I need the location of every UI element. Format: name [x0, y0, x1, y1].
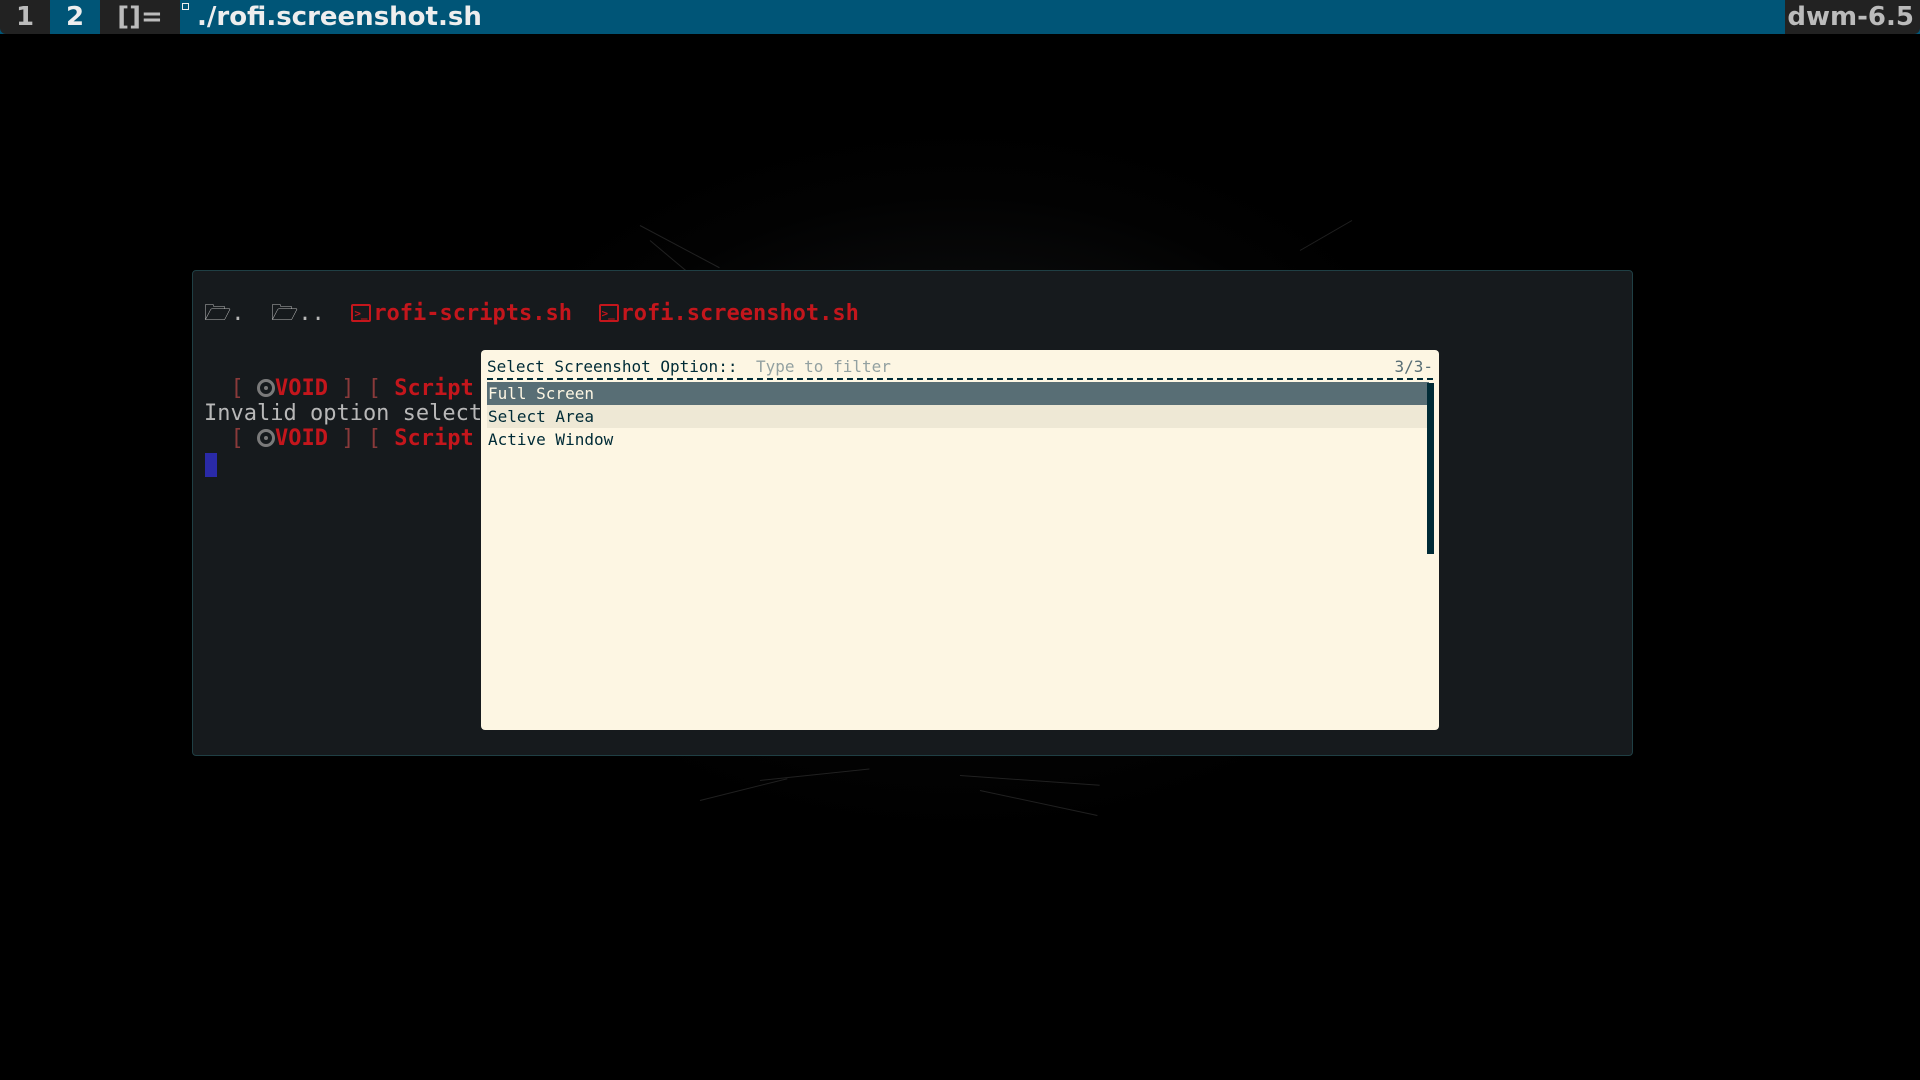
script-file-icon — [598, 301, 619, 327]
error-output: Invalid option selecte — [204, 401, 496, 426]
rofi-filter-input[interactable]: Type to filter — [756, 356, 891, 378]
rofi-item-full-screen[interactable]: Full Screen — [487, 382, 1429, 405]
prompt-bracket: [ — [230, 426, 244, 451]
prompt-segment: Script — [394, 426, 474, 451]
dir-entry: .. — [298, 301, 325, 326]
status-bar: 1 2 []= ./rofi.screenshot.sh dwm-6.5 — [0, 0, 1920, 34]
rofi-inputbar[interactable]: Select Screenshot Option:: Type to filte… — [487, 356, 1433, 378]
floating-indicator-icon — [182, 3, 189, 10]
shell-prompt: [ VOID ] [ Script — [204, 376, 474, 402]
wallpaper-detail — [759, 768, 870, 781]
wallpaper-detail — [639, 225, 720, 269]
rofi-item-active-window[interactable]: Active Window — [487, 428, 1429, 451]
prompt-segment: Script — [394, 376, 474, 401]
tag-1[interactable]: 1 — [0, 0, 50, 34]
script-file-icon — [351, 301, 372, 327]
shell-prompt: [ VOID ] [ Script — [204, 426, 474, 452]
prompt-bracket: [ — [367, 426, 381, 451]
script-entry: rofi.screenshot.sh — [620, 301, 859, 326]
rofi-scrollbar[interactable] — [1427, 383, 1434, 554]
folder-open-icon: 🗁 — [271, 301, 299, 326]
rofi-list[interactable]: Full Screen Select Area Active Window — [487, 382, 1429, 451]
status-text: dwm-6.5 — [1785, 0, 1920, 34]
wallpaper-detail — [699, 778, 788, 801]
prompt-bracket: [ — [367, 376, 381, 401]
prompt-bracket: ] — [341, 376, 355, 401]
rofi-prompt: Select Screenshot Option:: — [487, 357, 738, 376]
prompt-bracket: ] — [341, 426, 355, 451]
terminal-cursor — [205, 453, 217, 477]
directory-listing: 🗁. 🗁.. rofi-scripts.sh rofi.screenshot.s… — [204, 301, 859, 327]
wallpaper-detail — [979, 790, 1098, 816]
prompt-distro: VOID — [275, 376, 328, 401]
void-logo-icon — [257, 429, 275, 447]
wallpaper-detail — [1299, 220, 1353, 251]
script-entry: rofi-scripts.sh — [373, 301, 572, 326]
rofi-separator — [487, 378, 1433, 380]
void-logo-icon — [257, 379, 275, 397]
folder-open-icon: 🗁 — [204, 301, 232, 326]
layout-indicator[interactable]: []= — [100, 0, 180, 34]
prompt-bracket: [ — [230, 376, 244, 401]
desktop: 1 2 []= ./rofi.screenshot.sh dwm-6.5 🗁. … — [0, 0, 1920, 1080]
prompt-distro: VOID — [275, 426, 328, 451]
tag-2[interactable]: 2 — [50, 0, 100, 34]
rofi-item-select-area[interactable]: Select Area — [487, 405, 1429, 428]
window-title: ./rofi.screenshot.sh — [181, 0, 1786, 34]
wallpaper-detail — [959, 775, 1100, 786]
rofi-match-count: 3/3- — [1394, 357, 1433, 376]
rofi-menu[interactable]: Select Screenshot Option:: Type to filte… — [481, 350, 1439, 730]
dir-entry: . — [231, 301, 245, 326]
